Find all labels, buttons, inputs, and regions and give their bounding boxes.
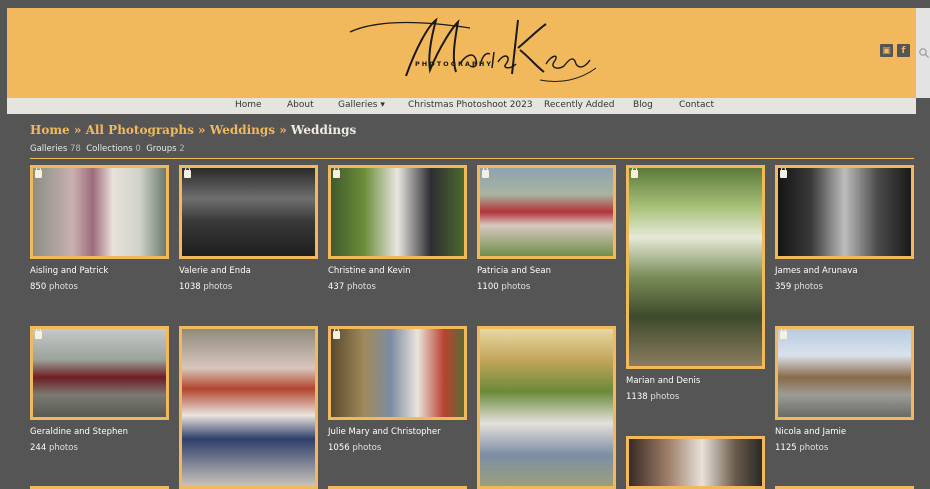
lock-icon bbox=[35, 168, 42, 178]
gallery-thumbnail-partial[interactable] bbox=[626, 436, 765, 489]
gallery-counts: Galleries 78 Collections 0 Groups 2 bbox=[30, 144, 185, 154]
gallery-photo bbox=[778, 329, 911, 417]
gallery-thumbnail-geraldine-stephen[interactable] bbox=[30, 326, 169, 420]
gallery-thumbnail-couple-portrait[interactable] bbox=[477, 326, 616, 489]
nav-home[interactable]: Home bbox=[235, 100, 262, 110]
nav-contact[interactable]: Contact bbox=[679, 100, 714, 110]
gallery-photo bbox=[33, 329, 166, 417]
site-logo[interactable] bbox=[340, 8, 600, 90]
photo-count-number: 850 bbox=[30, 282, 47, 292]
facebook-icon[interactable]: f bbox=[897, 44, 910, 57]
lock-icon bbox=[333, 329, 340, 339]
gallery-photo-count: 850 photos bbox=[30, 282, 78, 292]
gallery-photo-count: 1056 photos bbox=[328, 443, 381, 453]
groups-count: 2 bbox=[179, 144, 185, 154]
lock-icon bbox=[184, 168, 191, 178]
photo-count-unit: photos bbox=[48, 443, 78, 453]
gallery-photo-count: 437 photos bbox=[328, 282, 376, 292]
collections-count-label[interactable]: Collections bbox=[86, 144, 132, 154]
lock-icon bbox=[780, 168, 787, 178]
gallery-title[interactable]: James and Arunava bbox=[775, 266, 858, 276]
gallery-thumbnail-marian-denis[interactable] bbox=[626, 165, 765, 369]
nav-blog[interactable]: Blog bbox=[633, 100, 653, 110]
collections-count: 0 bbox=[135, 144, 141, 154]
gallery-photo bbox=[331, 168, 464, 256]
photo-count-number: 1038 bbox=[179, 282, 201, 292]
lock-icon bbox=[482, 168, 489, 178]
photo-count-unit: photos bbox=[203, 282, 233, 292]
gallery-photo bbox=[182, 168, 315, 256]
gallery-thumbnail-james-arunava[interactable] bbox=[775, 165, 914, 259]
nav-christmas-photoshoot[interactable]: Christmas Photoshoot 2023 bbox=[408, 100, 533, 110]
search-icon[interactable] bbox=[918, 44, 930, 58]
gallery-thumbnail-christine-kevin[interactable] bbox=[328, 165, 467, 259]
gallery-thumbnail-aisling-patrick[interactable] bbox=[30, 165, 169, 259]
gallery-thumbnail-patricia-sean[interactable] bbox=[477, 165, 616, 259]
gallery-thumbnail-wedding-portrait[interactable] bbox=[179, 326, 318, 489]
photo-count-unit: photos bbox=[48, 282, 78, 292]
photo-count-number: 1100 bbox=[477, 282, 499, 292]
breadcrumb-all-photographs[interactable]: All Photographs bbox=[86, 123, 194, 137]
photo-count-number: 437 bbox=[328, 282, 345, 292]
gallery-photo bbox=[629, 168, 762, 366]
photo-count-unit: photos bbox=[650, 392, 680, 402]
gallery-title[interactable]: Julie Mary and Christopher bbox=[328, 427, 441, 437]
gallery-photo bbox=[629, 439, 762, 486]
gallery-title[interactable]: Nicola and Jamie bbox=[775, 427, 846, 437]
gallery-thumbnail-valerie-enda[interactable] bbox=[179, 165, 318, 259]
breadcrumb: Home » All Photographs » Weddings » Wedd… bbox=[30, 123, 356, 137]
photo-count-unit: photos bbox=[799, 443, 829, 453]
breadcrumb-weddings[interactable]: Weddings bbox=[210, 123, 275, 137]
breadcrumb-home[interactable]: Home bbox=[30, 123, 70, 137]
gallery-photo bbox=[480, 168, 613, 256]
lock-icon bbox=[780, 329, 787, 339]
gallery-title[interactable]: Aisling and Patrick bbox=[30, 266, 108, 276]
photo-count-number: 359 bbox=[775, 282, 792, 292]
gallery-thumbnail-julie-mary-christopher[interactable] bbox=[328, 326, 467, 420]
logo-subtitle: PHOTOGRAPHY bbox=[415, 60, 493, 68]
gallery-photo-count: 1038 photos bbox=[179, 282, 232, 292]
lock-icon bbox=[35, 329, 42, 339]
galleries-count: 78 bbox=[69, 144, 81, 154]
gallery-photo-count: 244 photos bbox=[30, 443, 78, 453]
nav-galleries[interactable]: Galleries ▾ bbox=[338, 100, 385, 110]
gallery-photo-count: 1125 photos bbox=[775, 443, 828, 453]
gallery-photo bbox=[778, 168, 911, 256]
lock-icon bbox=[333, 168, 340, 178]
gallery-photo bbox=[182, 329, 315, 486]
breadcrumb-current: Weddings bbox=[290, 123, 357, 137]
nav-about[interactable]: About bbox=[287, 100, 314, 110]
breadcrumb-separator: » bbox=[279, 123, 287, 137]
photo-count-unit: photos bbox=[501, 282, 531, 292]
gallery-title[interactable]: Christine and Kevin bbox=[328, 266, 410, 276]
gallery-thumbnail-nicola-jamie[interactable] bbox=[775, 326, 914, 420]
photo-count-unit: photos bbox=[793, 282, 823, 292]
gallery-photo bbox=[331, 329, 464, 417]
gallery-photo bbox=[33, 168, 166, 256]
logo-signature-graphic bbox=[349, 17, 597, 82]
galleries-count-label[interactable]: Galleries bbox=[30, 144, 67, 154]
photo-count-number: 1125 bbox=[775, 443, 797, 453]
nav-recently-added[interactable]: Recently Added bbox=[544, 100, 614, 110]
gallery-photo bbox=[480, 329, 613, 486]
breadcrumb-separator: » bbox=[198, 123, 206, 137]
lock-icon bbox=[631, 168, 638, 178]
gallery-photo-count: 359 photos bbox=[775, 282, 823, 292]
gallery-title[interactable]: Geraldine and Stephen bbox=[30, 427, 128, 437]
photo-count-number: 1056 bbox=[328, 443, 350, 453]
instagram-icon[interactable]: ▣ bbox=[880, 44, 893, 57]
main-nav: Home About Galleries ▾ Christmas Photosh… bbox=[7, 98, 916, 114]
section-divider bbox=[30, 158, 914, 159]
gallery-title[interactable]: Patricia and Sean bbox=[477, 266, 551, 276]
photo-count-unit: photos bbox=[346, 282, 376, 292]
gallery-photo-count: 1138 photos bbox=[626, 392, 679, 402]
photo-count-unit: photos bbox=[352, 443, 382, 453]
gallery-title[interactable]: Marian and Denis bbox=[626, 376, 700, 386]
groups-count-label[interactable]: Groups bbox=[146, 144, 176, 154]
breadcrumb-separator: » bbox=[73, 123, 82, 137]
photo-count-number: 244 bbox=[30, 443, 47, 453]
photo-count-number: 1138 bbox=[626, 392, 648, 402]
gallery-photo-count: 1100 photos bbox=[477, 282, 530, 292]
gallery-title[interactable]: Valerie and Enda bbox=[179, 266, 251, 276]
